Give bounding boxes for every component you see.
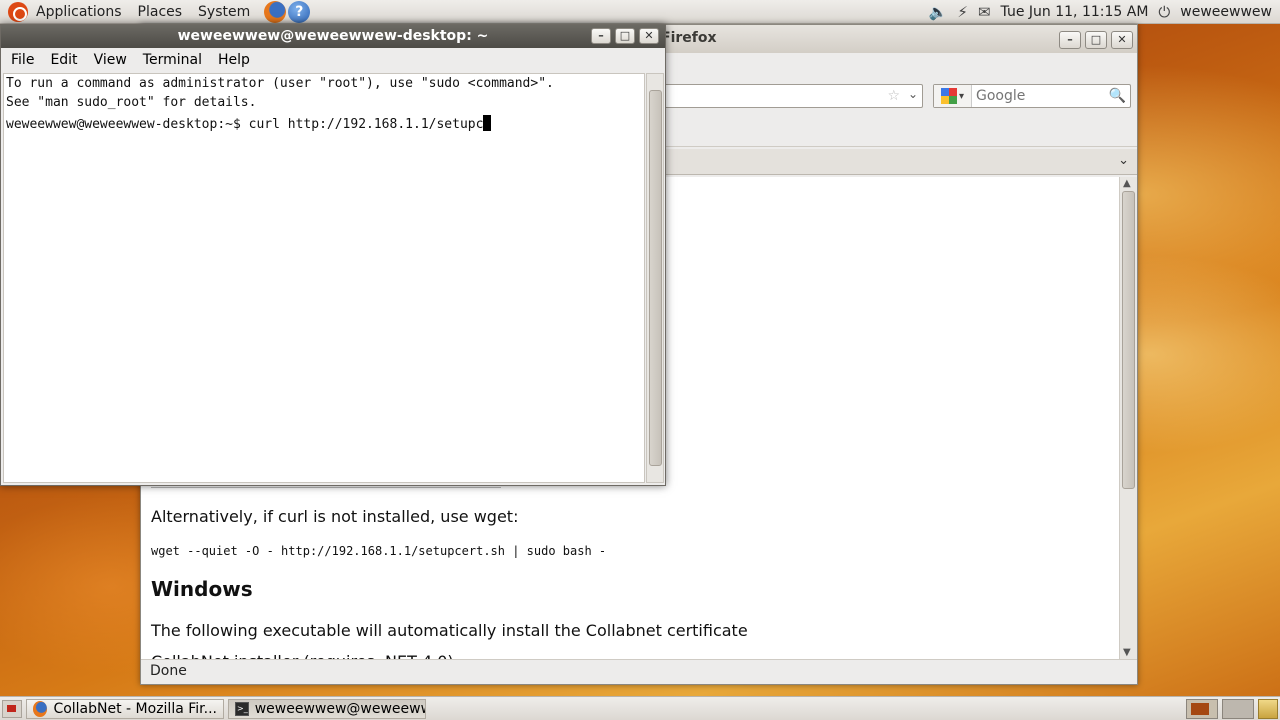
scroll-up-icon[interactable]: ▲	[1123, 178, 1131, 189]
scroll-down-icon[interactable]: ▼	[1123, 647, 1131, 658]
heading-windows: Windows	[151, 577, 253, 601]
ubuntu-logo-icon[interactable]	[8, 1, 28, 22]
terminal-window: weweewwew@weweewwew-desktop: ~ – □ ✕ Fil…	[0, 24, 666, 486]
minimize-button[interactable]: –	[1059, 31, 1081, 49]
menu-terminal[interactable]: Terminal	[135, 52, 210, 68]
maximize-button[interactable]: □	[1085, 31, 1107, 49]
chevron-down-icon: ▾	[958, 90, 965, 102]
terminal-icon: >_	[235, 701, 249, 716]
bookmark-star-icon[interactable]: ☆	[887, 88, 900, 104]
terminal-output[interactable]: To run a command as administrator (user …	[3, 73, 645, 483]
paragraph-alternatively: Alternatively, if curl is not installed,…	[151, 507, 519, 526]
search-input[interactable]	[972, 88, 1102, 104]
menu-applications[interactable]: Applications	[28, 4, 130, 20]
firefox-title: Firefox	[661, 30, 717, 46]
paragraph-windows: The following executable will automatica…	[151, 621, 748, 640]
bottom-panel: CollabNet - Mozilla Fir... >_ weweewwew@…	[0, 696, 1280, 720]
trash-icon[interactable]	[1258, 698, 1278, 719]
taskbar-label: weweewwew@weweewwew-desktop: ~	[254, 700, 425, 717]
maximize-button[interactable]: □	[615, 28, 635, 44]
top-panel: Applications Places System ? 🔈 ⚡ ✉ Tue J…	[0, 0, 1280, 24]
mail-icon[interactable]: ✉	[978, 3, 991, 21]
power-icon[interactable]: ⏻	[1158, 3, 1170, 21]
scrollbar-thumb[interactable]	[649, 90, 662, 466]
menu-places[interactable]: Places	[130, 4, 191, 20]
taskbar-label: CollabNet - Mozilla Fir...	[53, 700, 217, 717]
paragraph-partial: CollabNet installer (requires .NET 4.0)	[151, 652, 454, 659]
close-button[interactable]: ✕	[639, 28, 659, 44]
text-cursor	[483, 115, 492, 131]
volume-icon[interactable]: 🔈	[929, 3, 948, 21]
terminal-menubar: File Edit View Terminal Help	[1, 48, 665, 72]
minimize-button[interactable]: –	[591, 28, 611, 44]
table-fragment	[151, 487, 501, 491]
url-bar[interactable]: ☆ ⌄	[661, 84, 923, 108]
terminal-window-controls: – □ ✕	[591, 28, 659, 44]
firefox-launcher-icon[interactable]	[264, 0, 287, 23]
network-icon[interactable]: ⚡	[957, 3, 968, 21]
menu-system[interactable]: System	[190, 4, 258, 20]
scrollbar-thumb[interactable]	[1122, 191, 1135, 489]
code-wget: wget --quiet -O - http://192.168.1.1/set…	[151, 544, 607, 558]
close-button[interactable]: ✕	[1111, 31, 1133, 49]
menu-help[interactable]: Help	[210, 52, 258, 68]
clock[interactable]: Tue Jun 11, 11:15 AM	[1001, 4, 1149, 20]
system-tray: 🔈 ⚡ ✉ Tue Jun 11, 11:15 AM ⏻ weweewwew	[929, 3, 1280, 21]
help-launcher-icon[interactable]: ?	[288, 0, 311, 23]
workspace-1[interactable]	[1186, 698, 1218, 719]
workspace-2[interactable]	[1222, 698, 1254, 719]
terminal-command: weweewwew@weweewwew-desktop:~$ curl http…	[6, 117, 484, 132]
user-name[interactable]: weweewwew	[1180, 4, 1272, 20]
search-engine-selector[interactable]: ▾	[934, 85, 972, 107]
terminal-prompt-line[interactable]: weweewwew@weweewwew-desktop:~$ curl http…	[4, 114, 644, 134]
terminal-line: See "man sudo_root" for details.	[6, 95, 257, 110]
terminal-scrollbar[interactable]	[646, 73, 664, 483]
firefox-window-controls: – □ ✕	[1059, 31, 1133, 49]
taskbar-item-firefox[interactable]: CollabNet - Mozilla Fir...	[26, 698, 224, 719]
search-icon[interactable]: 🔍	[1109, 88, 1126, 104]
search-bar: ▾ 🔍	[933, 84, 1131, 108]
menu-view[interactable]: View	[86, 52, 135, 68]
page-scrollbar[interactable]: ▲ ▼	[1119, 177, 1137, 659]
firefox-icon	[33, 700, 48, 717]
tab-list-chevron-icon[interactable]: ⌄	[1118, 153, 1129, 168]
menu-edit[interactable]: Edit	[42, 52, 85, 68]
chevron-down-icon[interactable]: ⌄	[908, 87, 918, 101]
google-icon	[940, 88, 957, 104]
terminal-line: To run a command as administrator (user …	[6, 76, 554, 91]
status-bar: Done	[141, 659, 1137, 684]
taskbar-item-terminal[interactable]: >_ weweewwew@weweewwew-desktop: ~	[228, 698, 426, 719]
show-desktop-button[interactable]	[2, 699, 22, 718]
menu-file[interactable]: File	[3, 52, 42, 68]
terminal-title: weweewwew@weweewwew-desktop: ~	[177, 28, 489, 44]
terminal-titlebar[interactable]: weweewwew@weweewwew-desktop: ~ – □ ✕	[1, 25, 665, 48]
